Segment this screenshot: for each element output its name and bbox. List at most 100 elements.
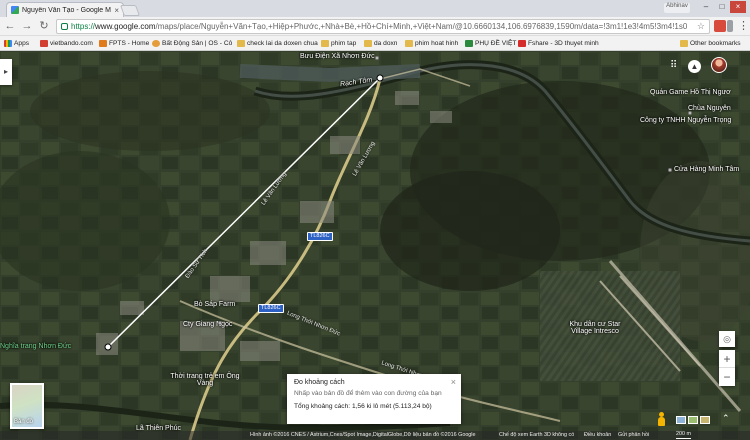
bookmark-star-icon[interactable]: ☆ — [697, 20, 705, 33]
map-place-label[interactable]: Công ty TNHH Nguyễn Trọng — [640, 117, 740, 124]
extension-icon[interactable] — [714, 20, 726, 32]
site-icon — [40, 40, 48, 47]
bookmark-label: PHỤ ĐỀ VIỆT — [475, 40, 517, 47]
bookmark-apps[interactable]: Apps — [4, 38, 29, 49]
footer-terms-link[interactable]: Điều khoản — [584, 431, 611, 440]
account-avatar[interactable] — [711, 57, 727, 73]
bookmark-label: Fshare - 3D thuyet minh — [528, 40, 599, 47]
map-place-label[interactable]: Chùa Nguyên — [688, 105, 731, 112]
folder-icon — [237, 40, 245, 47]
google-apps-icon[interactable]: ⠿ — [670, 61, 680, 71]
browser-toolbar: ← → ↻ https://www.google.com/maps/place/… — [0, 17, 750, 36]
bookmark-label: Other bookmarks — [690, 40, 741, 47]
maximize-button[interactable]: □ — [714, 1, 730, 13]
back-button[interactable]: ← — [3, 19, 17, 33]
basemap-toggle-button[interactable]: Bản đồ — [10, 383, 44, 429]
bookmark-label: phim hoat hinh — [415, 40, 459, 47]
site-icon — [152, 40, 160, 47]
minimize-button[interactable]: – — [698, 1, 714, 13]
bookmark-label: Apps — [14, 40, 30, 47]
forward-button[interactable]: → — [20, 19, 34, 33]
bookmark-phim-hoat-hinh[interactable]: phim hoat hinh — [405, 38, 458, 49]
my-location-button[interactable]: ◎ — [719, 331, 735, 347]
bookmark-vietbando[interactable]: vietbando.com — [40, 38, 93, 49]
bookmark-da-doxn[interactable]: da doxn — [364, 38, 397, 49]
expand-imagery-icon[interactable]: ⌃ — [722, 413, 730, 424]
bookmark-label: check lai da doxen chua — [247, 40, 318, 47]
close-window-button[interactable]: × — [730, 1, 746, 13]
zoom-out-button[interactable]: − — [719, 368, 735, 386]
imagery-thumbnail[interactable] — [700, 416, 710, 424]
zoom-controls: + − — [719, 350, 735, 386]
reload-button[interactable]: ↻ — [37, 19, 51, 33]
bookmark-label: da doxn — [374, 40, 398, 47]
site-icon — [518, 40, 526, 47]
profile-button[interactable]: Abhinav — [664, 3, 690, 13]
footer-3d-link[interactable]: Chế độ xem Earth 3D không có — [499, 431, 574, 440]
tab-title: Nguyễn Văn Tạo - Google M — [22, 6, 111, 14]
lock-icon — [61, 23, 68, 30]
measure-hint: Nhấp vào bản đồ để thêm vào con đường củ… — [294, 390, 442, 397]
place-pin-icon[interactable] — [688, 111, 692, 115]
measure-distance-card: × Đo khoảng cách Nhấp vào bản đồ để thêm… — [287, 374, 461, 424]
maps-favicon-icon — [11, 6, 19, 14]
extension-icon[interactable] — [727, 20, 733, 32]
map-place-label[interactable]: Cty Giang Ngọc — [183, 321, 232, 328]
bookmark-fshare[interactable]: Fshare - 3D thuyet minh — [518, 38, 599, 49]
map-place-label[interactable]: Cửa Hàng Minh Tâm — [674, 166, 739, 173]
other-bookmarks[interactable]: Other bookmarks — [680, 38, 741, 49]
url-host: www.google.com — [95, 22, 156, 31]
address-bar[interactable]: https://www.google.com/maps/place/Nguyễn… — [56, 19, 710, 34]
map-place-label[interactable]: Nghĩa trang Nhơn Đức — [0, 343, 71, 350]
browser-tab[interactable]: Nguyễn Văn Tạo - Google M × — [6, 2, 124, 17]
bookmark-phim-tap[interactable]: phim tap — [321, 38, 356, 49]
pegman-body — [658, 417, 665, 426]
basemap-label: Bản đồ — [14, 419, 34, 425]
folder-icon — [405, 40, 413, 47]
site-icon — [99, 40, 107, 47]
map-place-label[interactable]: Thời trang trẻ em Ông Vàng — [170, 373, 240, 387]
imagery-thumbnail[interactable] — [676, 416, 686, 424]
map-place-label[interactable]: Khu dân cư Star Village Intresco — [560, 321, 630, 335]
bookmark-check-lai[interactable]: check lai da doxen chua — [237, 38, 318, 49]
folder-icon — [364, 40, 372, 47]
tab-close-icon[interactable]: × — [114, 6, 119, 15]
place-pin-icon[interactable] — [218, 321, 222, 325]
apps-icon — [4, 40, 12, 47]
place-pin-icon[interactable] — [668, 168, 672, 172]
bookmark-label: phim tap — [331, 40, 357, 47]
measure-total-label: Tổng khoảng cách: — [294, 403, 351, 410]
satellite-map[interactable]: Bưu Điện Xã Nhơn Đức Rạch Tôm Quán Game … — [0, 51, 750, 440]
bookmarks-bar: Apps vietbando.com FPTS - Home Bất Động … — [0, 36, 750, 51]
site-icon — [465, 40, 473, 47]
street-view-pegman-icon[interactable] — [656, 412, 666, 426]
folder-icon — [321, 40, 329, 47]
map-scale-bar[interactable]: 200 m — [676, 431, 691, 439]
map-place-label[interactable]: Quán Game Hồ Thị Ngươ — [650, 89, 731, 96]
url-scheme: https:// — [71, 22, 96, 31]
bookmark-label: vietbando.com — [50, 40, 93, 47]
imagery-thumbnail[interactable] — [688, 416, 698, 424]
url-path: /maps/place/Nguyễn+Văn+Tạo,+Hiệp+Phước,+… — [155, 22, 688, 31]
measure-title: Đo khoảng cách — [294, 379, 345, 386]
measure-total-value: 1,56 ki lô mét (5.113,24 bộ) — [351, 403, 432, 410]
map-place-label[interactable]: Bò Sáp Farm — [194, 301, 235, 308]
zoom-in-button[interactable]: + — [719, 350, 735, 368]
bookmark-fpts[interactable]: FPTS - Home — [99, 38, 149, 49]
road-shield: TL826C — [258, 304, 284, 313]
map-attribution: Hình ảnh ©2016 CNES / Astrium,Cnes/Spot … — [250, 432, 476, 438]
map-footer: Hình ảnh ©2016 CNES / Astrium,Cnes/Spot … — [0, 431, 750, 440]
close-measure-icon[interactable]: × — [451, 377, 456, 387]
map-place-label[interactable]: Bưu Điện Xã Nhơn Đức — [300, 53, 375, 60]
new-tab-button[interactable] — [119, 5, 141, 16]
notifications-icon[interactable]: ▲ — [688, 60, 701, 73]
place-pin-icon[interactable] — [375, 56, 379, 60]
bookmark-phu-de-viet[interactable]: PHỤ ĐỀ VIỆT — [465, 38, 516, 49]
side-panel-toggle-button[interactable]: ▸ — [0, 59, 12, 85]
measure-total: Tổng khoảng cách: 1,56 ki lô mét (5.113,… — [294, 403, 454, 410]
footer-feedback-link[interactable]: Gửi phản hồi — [618, 431, 649, 440]
bookmark-bat-dong-san[interactable]: Bất Động Sản | OS - Cô — [152, 38, 232, 49]
title-bar: Nguyễn Văn Tạo - Google M × Abhinav – □ … — [0, 0, 750, 17]
bookmark-label: Bất Động Sản | OS - Cô — [162, 40, 233, 47]
chrome-menu-icon[interactable]: ⋮ — [738, 19, 749, 32]
